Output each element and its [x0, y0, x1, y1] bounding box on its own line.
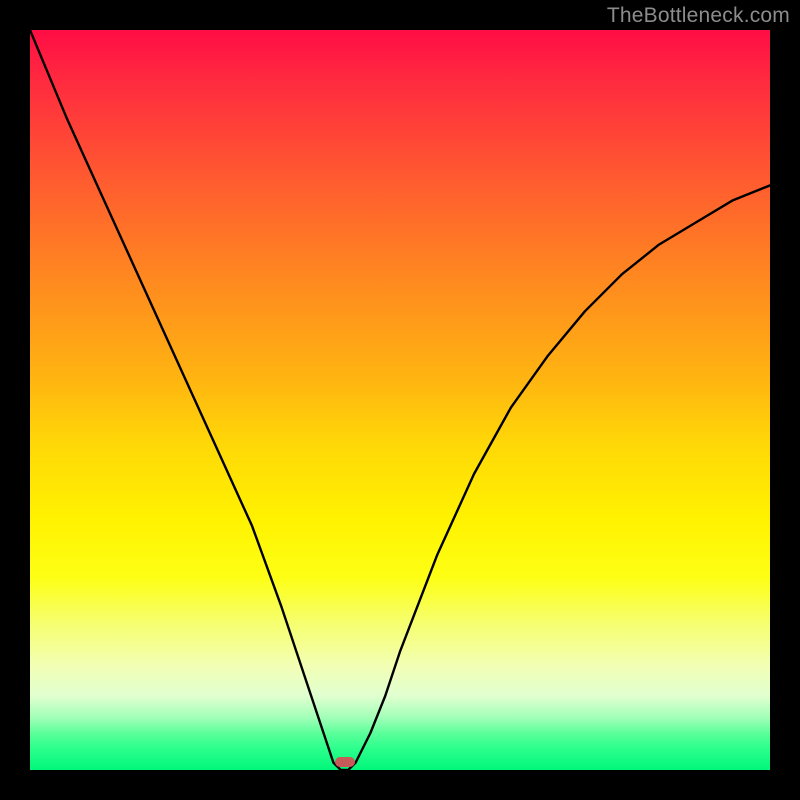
bottleneck-curve [30, 30, 770, 770]
watermark-text: TheBottleneck.com [607, 4, 790, 28]
plot-area [30, 30, 770, 770]
optimal-marker [335, 757, 355, 767]
chart-frame: TheBottleneck.com [0, 0, 800, 800]
